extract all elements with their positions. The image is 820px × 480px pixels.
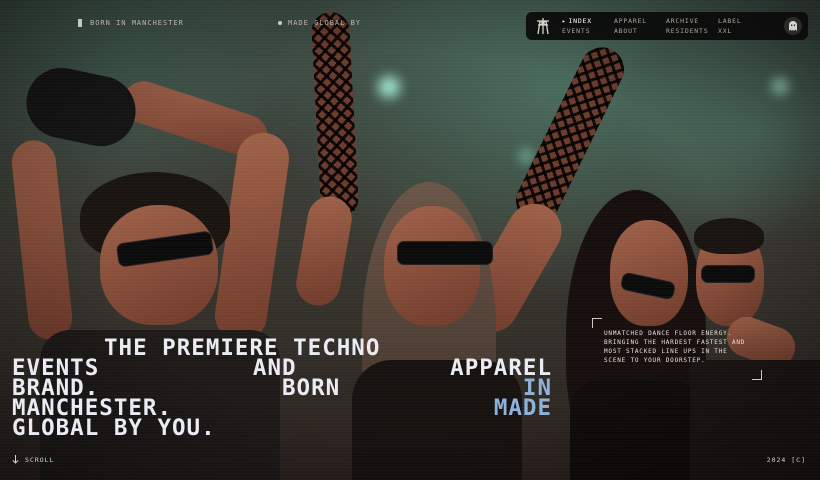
copyright-year: 2024 [C]: [766, 456, 806, 464]
nav-item-about[interactable]: ABOUT: [614, 27, 666, 35]
corner-bracket: [752, 370, 762, 380]
tag-born-label: BORN IN MANCHESTER: [90, 19, 184, 27]
ghost-icon[interactable]: [784, 17, 802, 35]
nav-column: APPAREL ABOUT: [614, 17, 666, 35]
nav-column: INDEX EVENTS: [562, 17, 614, 35]
nav-item-xxl[interactable]: XXL: [718, 27, 770, 35]
scroll-button[interactable]: SCROLL: [12, 455, 54, 464]
nav-column: LABEL XXL: [718, 17, 770, 35]
nav-item-index[interactable]: INDEX: [562, 17, 614, 25]
nav-item-apparel[interactable]: APPAREL: [614, 17, 666, 25]
corner-bracket: [592, 318, 602, 328]
nav-item-archive[interactable]: ARCHIVE: [666, 17, 718, 25]
headline-text: THE PREMIERE TECHNO: [104, 335, 381, 361]
headline-word-highlight: MADE: [493, 395, 552, 421]
ghost-icon-svg: [789, 21, 797, 31]
hero-headline: THE PREMIERE TECHNO EVENTS AND APPAREL B…: [12, 335, 552, 441]
top-tag-born: BORN IN MANCHESTER: [78, 19, 184, 27]
scroll-label: SCROLL: [25, 455, 55, 464]
headline-text: GLOBAL BY YOU.: [12, 415, 216, 441]
intro-blurb: UNMATCHED DANCE FLOOR ENERGY. BRINGING T…: [592, 318, 762, 380]
blurb-text: UNMATCHED DANCE FLOOR ENERGY. BRINGING T…: [604, 330, 746, 364]
pylon-icon-svg: [537, 18, 549, 35]
top-tag-made: MADE GLOBAL BY: [278, 19, 361, 27]
nav-columns: INDEX EVENTS APPAREL ABOUT ARCHIVE RESID…: [562, 17, 770, 35]
bar-marker: [78, 19, 82, 27]
pylon-icon[interactable]: [532, 15, 554, 37]
arrow-down-icon: [12, 455, 19, 464]
headline-word: BORN: [282, 375, 341, 401]
nav-item-label[interactable]: LABEL: [718, 17, 770, 25]
nav-column: ARCHIVE RESIDENTS: [666, 17, 718, 35]
nav-item-events[interactable]: EVENTS: [562, 27, 614, 35]
headline-line: GLOBAL BY YOU.: [12, 415, 552, 441]
dot-marker: [278, 21, 282, 25]
nav-item-residents[interactable]: RESIDENTS: [666, 27, 718, 35]
tag-made-label: MADE GLOBAL BY: [288, 19, 362, 27]
main-nav: INDEX EVENTS APPAREL ABOUT ARCHIVE RESID…: [526, 12, 808, 40]
